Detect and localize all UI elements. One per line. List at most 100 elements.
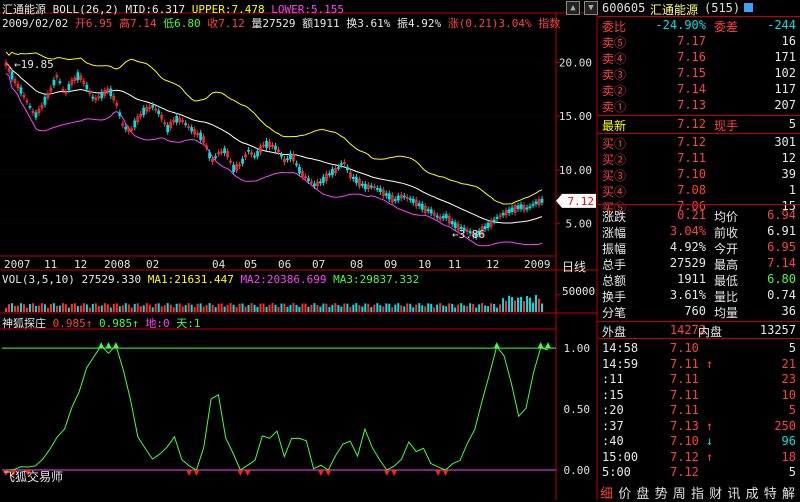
bottom-nav: 细价盘势周指财讯成特解 <box>598 482 800 502</box>
volume-bar <box>85 304 88 312</box>
cur-value: 5 <box>788 117 796 131</box>
volume-bar <box>388 303 391 312</box>
volume-bar <box>433 307 436 312</box>
price-tick-label: 15.00 <box>559 110 592 123</box>
tick-volume: 250 <box>774 418 796 433</box>
volume-bar <box>451 303 454 312</box>
volume-bar <box>361 306 364 312</box>
candle-body <box>426 209 430 212</box>
nav-tab[interactable]: 细 <box>600 483 613 502</box>
volume-bar <box>520 296 523 312</box>
volume-bar <box>376 303 379 312</box>
volume-bar <box>373 304 376 312</box>
volume-bar <box>400 305 403 312</box>
volume-bar <box>397 303 400 312</box>
nav-tab[interactable]: 周 <box>673 483 686 502</box>
volume-bar <box>469 303 472 312</box>
indicator-tick-label: 0.50 <box>564 403 591 416</box>
volume-bar <box>340 306 343 312</box>
stat-value-2: 6.91 <box>767 224 796 238</box>
candle-body <box>453 222 457 228</box>
stat-value: 3.04% <box>669 224 706 238</box>
candle-body <box>265 140 268 148</box>
volume-bar <box>430 303 433 312</box>
volume-bar <box>535 295 538 312</box>
date-label: 2009/02/02 <box>2 17 69 30</box>
volume-bar <box>322 303 325 312</box>
candle-body <box>109 88 113 97</box>
volume-bar <box>25 307 28 312</box>
time-tick-label: 06 <box>278 258 291 271</box>
nav-tab[interactable]: 指 <box>691 483 704 502</box>
chart-area[interactable]: 5.00 10.00 15.00 20.00 2007 11 12 2008 02 04 05 06 0… <box>0 0 598 500</box>
tick-volume: 23 <box>781 372 796 386</box>
volume-bar <box>424 306 427 312</box>
tick-arrow: ↑ <box>706 418 714 433</box>
candle-body <box>232 164 235 173</box>
volume-bar <box>259 303 262 312</box>
tick-price: 7.11 <box>670 403 699 417</box>
nav-tab[interactable]: 特 <box>764 483 777 502</box>
volume-bar <box>334 303 337 312</box>
sell-volume: 207 <box>774 98 796 112</box>
candle-body <box>450 221 454 225</box>
candle-body <box>208 152 212 159</box>
tick-arrow: ↑ <box>706 449 714 464</box>
volume-bar <box>190 304 193 312</box>
stat-value: 4.92% <box>669 240 706 254</box>
tick-row: 5:00 7.12 5 <box>598 464 800 481</box>
volume-bar <box>355 303 358 312</box>
nav-tab[interactable]: 讯 <box>727 483 740 502</box>
info-icon[interactable] <box>744 3 753 12</box>
scroll-down-button[interactable]: ▼ <box>584 1 598 15</box>
volume-bar <box>265 306 268 312</box>
nav-tab[interactable]: 成 <box>746 483 759 502</box>
stat-value: 1911 <box>677 272 706 286</box>
candle-body <box>519 204 523 209</box>
volume-bar <box>238 303 241 312</box>
candle-body <box>85 84 89 90</box>
candle-body <box>190 127 194 132</box>
tian-signal-arrow <box>493 342 500 349</box>
volume-bar <box>67 307 70 312</box>
inner-value: 13257 <box>759 323 796 337</box>
tick-price: 7.13 <box>670 418 699 433</box>
tian-signal-arrow <box>105 342 112 349</box>
stat-row: 总额 1911 最低 6.80 <box>598 271 800 288</box>
close-label: 收7.12 <box>207 17 245 30</box>
buy-volume: 301 <box>774 135 796 149</box>
volume-bar <box>463 305 466 312</box>
volume-bar <box>175 303 178 312</box>
boll-upper-line <box>5 51 543 205</box>
sell-price: 7.15 <box>677 66 706 80</box>
volume-bar <box>427 303 430 312</box>
period-label[interactable]: 日线 <box>562 258 586 275</box>
candle-body <box>256 151 259 157</box>
amplitude-label: 振4.92% <box>396 17 442 30</box>
volume-bar <box>172 307 175 312</box>
tick-volume: 18 <box>781 449 796 464</box>
time-tick-label: 11 <box>448 258 461 271</box>
candle-body <box>375 187 379 190</box>
sell-volume: 117 <box>774 82 796 96</box>
nav-tab[interactable]: 势 <box>655 483 668 502</box>
nav-tab[interactable]: 价 <box>618 483 631 502</box>
nav-tab[interactable]: 解 <box>782 483 795 502</box>
candle-body <box>241 158 244 164</box>
last-price-row: 最新 7.12 现手 5 <box>598 116 800 133</box>
volume-bar <box>304 303 307 312</box>
nav-tab[interactable]: 财 <box>709 483 722 502</box>
tick-time: 15:00 <box>602 449 639 464</box>
volume-bar <box>244 306 247 312</box>
volume-bar <box>325 303 328 312</box>
volume-bar <box>226 305 229 312</box>
volume-bar <box>358 305 361 312</box>
volume-bar <box>289 304 292 312</box>
candle-body <box>133 120 137 128</box>
scroll-up-button[interactable]: ▲ <box>566 1 580 15</box>
candle-body <box>351 176 355 179</box>
volume-bar <box>229 303 232 312</box>
nav-tab[interactable]: 盘 <box>636 483 649 502</box>
tick-price: 7.11 <box>670 387 699 402</box>
candle-body <box>199 132 203 140</box>
